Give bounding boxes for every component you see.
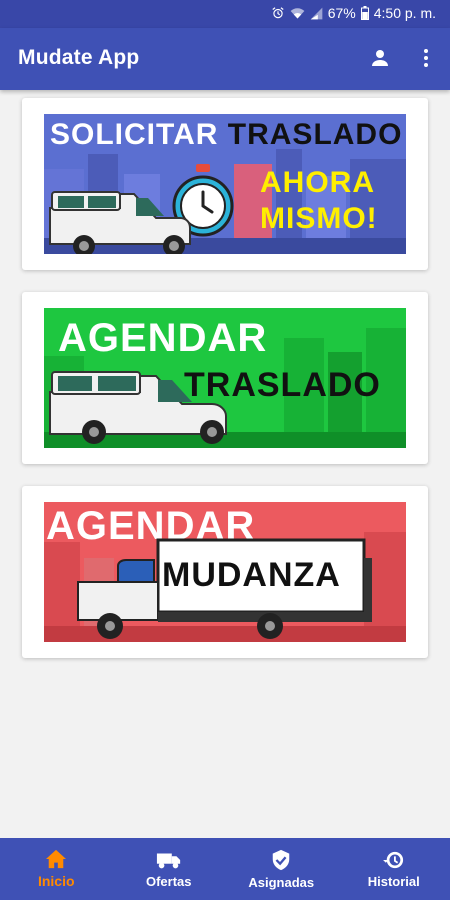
status-icons: 67% 4:50 p. m. (271, 5, 436, 21)
nav-item-asignadas[interactable]: Asignadas (225, 838, 338, 900)
signal-icon (310, 7, 323, 20)
account-icon[interactable] (368, 46, 392, 70)
banner1-title-part2: TRASLADO (227, 118, 403, 151)
history-icon (382, 851, 403, 868)
card-agendar-mudanza[interactable]: AGENDAR MUDANZA (22, 486, 428, 658)
banner-agendar-mudanza[interactable]: AGENDAR MUDANZA (44, 502, 406, 642)
truck-icon (156, 853, 180, 868)
nav-label-ofertas: Ofertas (145, 873, 192, 889)
shield-check-icon (273, 849, 290, 870)
nav-label-inicio: Inicio (37, 873, 75, 889)
card-agendar-traslado[interactable]: AGENDAR TRASLADO (22, 292, 428, 464)
status-time: 4:50 p. m. (373, 5, 436, 21)
battery-percent: 67% (327, 5, 356, 21)
nav-label-asignadas: Asignadas (248, 874, 315, 890)
banner-solicitar-traslado[interactable]: SOLICITAR TRASLADO AHORA MISMO! (44, 114, 406, 254)
bottom-navigation: Inicio Ofertas Asignadas Historial (0, 838, 450, 900)
nav-item-inicio[interactable]: Inicio (0, 838, 113, 900)
card-solicitar-traslado[interactable]: SOLICITAR TRASLADO AHORA MISMO! (22, 98, 428, 270)
banner1-mismo: MISMO! (260, 202, 378, 235)
nav-item-historial[interactable]: Historial (338, 838, 450, 900)
content-area: SOLICITAR TRASLADO AHORA MISMO! AGENDAR … (0, 90, 450, 838)
more-vert-icon[interactable] (414, 46, 438, 70)
home-icon (46, 849, 67, 869)
banner2-agendar: AGENDAR (58, 316, 268, 360)
banner-agendar-traslado[interactable]: AGENDAR TRASLADO (44, 308, 406, 448)
nav-label-historial: Historial (367, 873, 420, 889)
banner1-title-part1: SOLICITAR (50, 118, 219, 151)
alarm-icon (271, 6, 285, 20)
status-bar: 67% 4:50 p. m. (0, 0, 450, 28)
wifi-icon (290, 7, 305, 20)
battery-icon (360, 6, 369, 20)
banner3-mudanza: MUDANZA (162, 556, 341, 594)
app-bar: Mudate App (0, 28, 450, 90)
app-title: Mudate App (18, 46, 140, 69)
pickup-truck-illustration (49, 371, 227, 444)
nav-item-ofertas[interactable]: Ofertas (113, 838, 226, 900)
pickup-truck-illustration (49, 191, 191, 254)
banner1-ahora: AHORA (260, 166, 375, 199)
